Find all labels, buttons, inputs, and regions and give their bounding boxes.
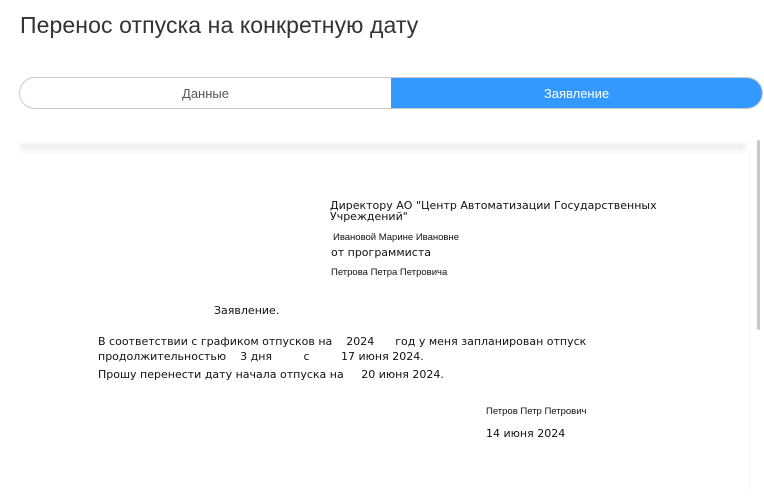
signature-date: 14 июня 2024: [486, 427, 566, 440]
signature-name: Петров Петр Петрович: [486, 406, 587, 417]
body-line-1: В соответствии с графиком отпусков на 20…: [98, 335, 587, 348]
tab-application[interactable]: Заявление: [391, 78, 762, 108]
from-name: Петрова Петра Петровича: [331, 267, 448, 278]
addressee-line-2: Учреждений": [330, 210, 408, 223]
document-viewer: Директору АО "Центр Автоматизации Госуда…: [0, 130, 764, 500]
page-title: Перенос отпуска на конкретную дату: [20, 12, 419, 38]
body-line-3: Прошу перенести дату начала отпуска на 2…: [98, 368, 444, 381]
application-document: Директору АО "Центр Автоматизации Госуда…: [0, 130, 764, 500]
tab-switcher: Данные Заявление: [19, 77, 763, 109]
tab-data[interactable]: Данные: [20, 78, 391, 108]
body-line-2: продолжительностью 3 дня с 17 июня 2024.: [98, 350, 424, 363]
director-name: Ивановой Марине Ивановне: [333, 232, 459, 243]
from-position: от программиста: [331, 246, 431, 259]
document-heading: Заявление.: [214, 304, 280, 317]
